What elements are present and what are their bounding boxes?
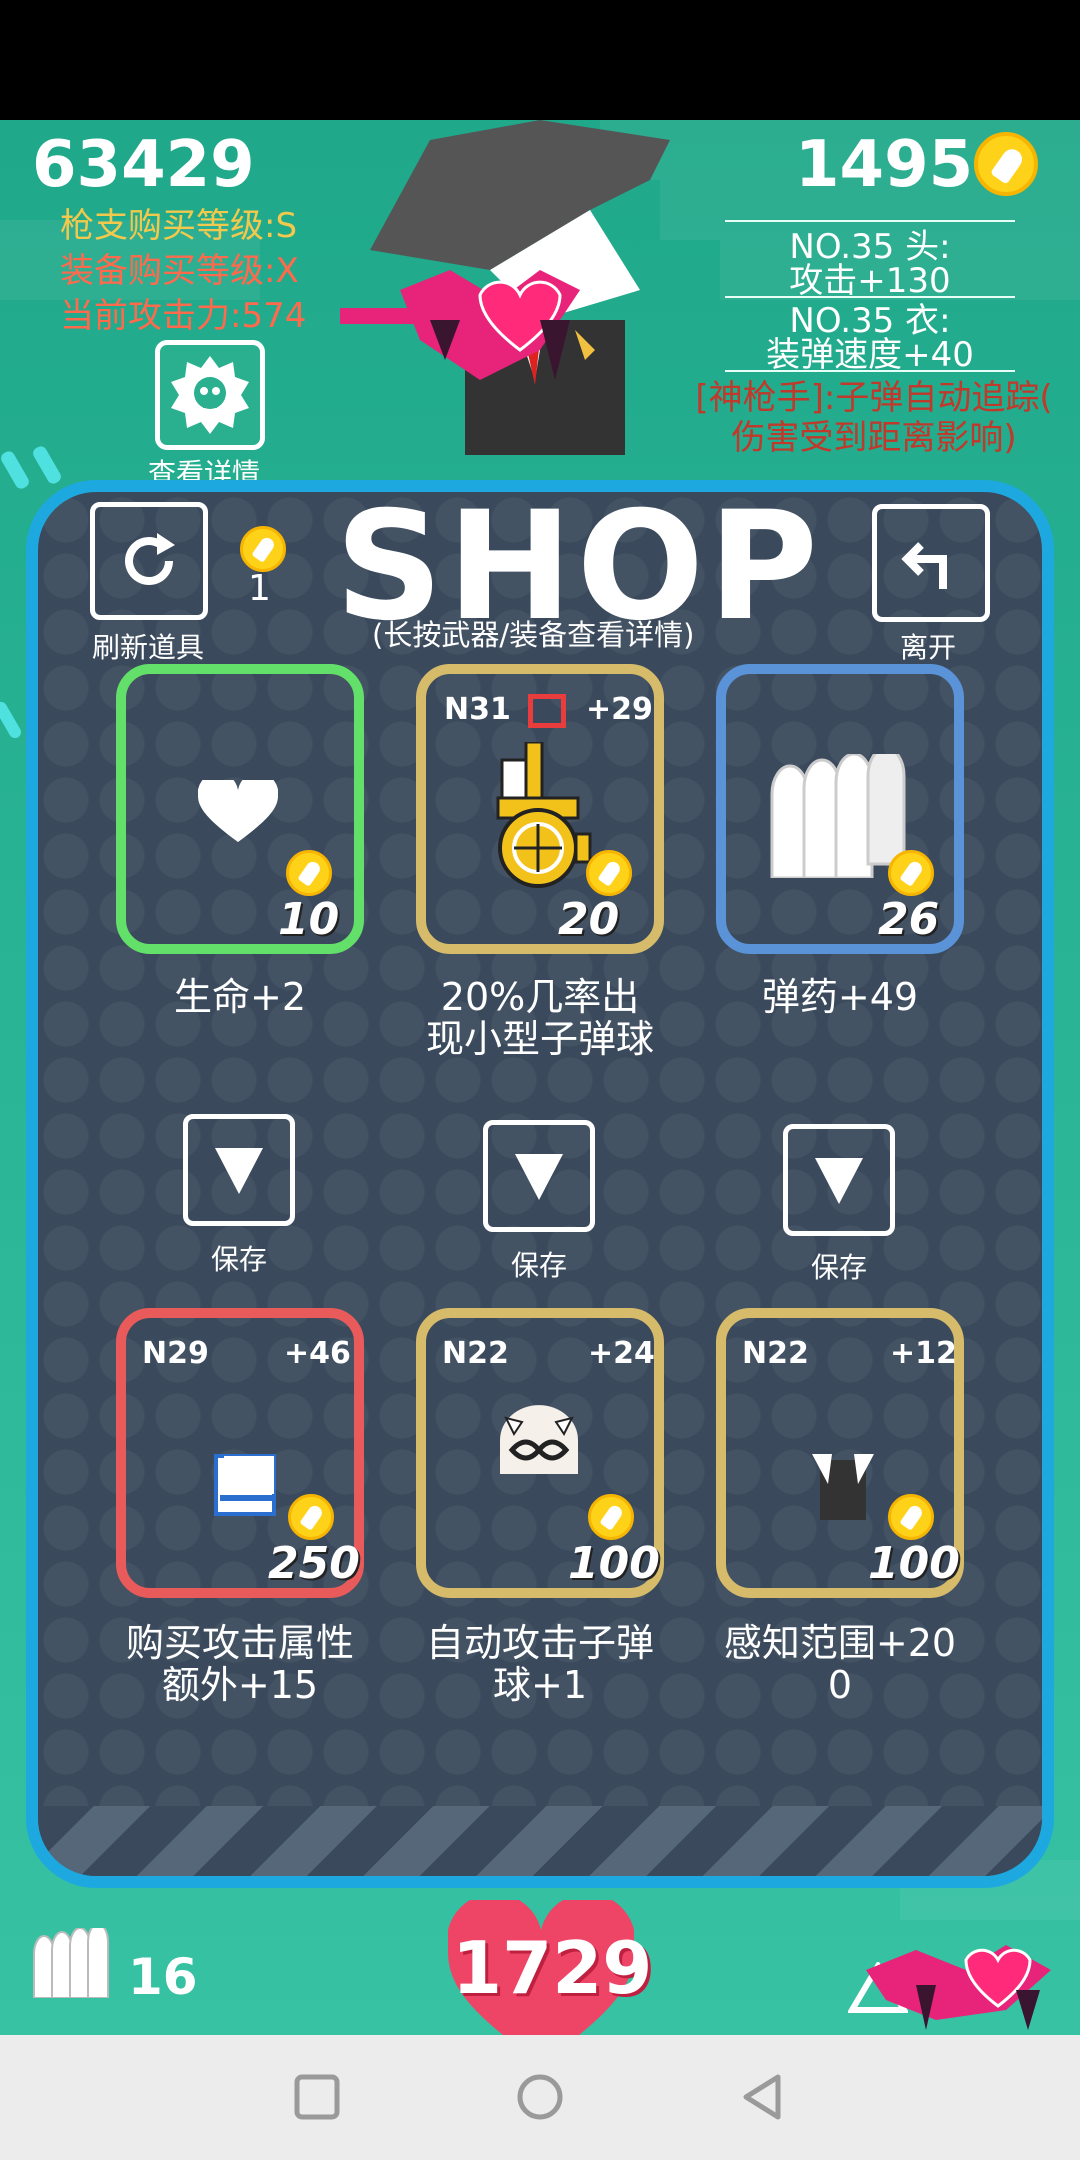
item-description: 购买攻击属性 额外+15 [90, 1622, 390, 1706]
ammo-icon [33, 1928, 109, 1998]
score-value: 63429 [32, 128, 255, 202]
price-coin-icon [586, 850, 632, 896]
item-description: 20%几率出 现小型子弹球 [390, 976, 690, 1060]
refresh-label: 刷新道具 [92, 631, 205, 664]
shop-item-card-attack[interactable]: N29 +46 250 [116, 1308, 364, 1598]
divider [725, 296, 1015, 298]
price-coin-icon [888, 850, 934, 896]
block-gear-icon [214, 1454, 276, 1516]
down-triangle-icon [815, 1158, 863, 1204]
leave-button[interactable] [872, 504, 990, 622]
divider [725, 370, 1015, 372]
item-description-line-1: 感知范围+20 [723, 1621, 957, 1665]
coin-icon [974, 132, 1038, 196]
recent-apps-icon[interactable] [292, 2072, 342, 2122]
down-triangle-icon [215, 1148, 263, 1194]
ammo-count: 16 [128, 1948, 198, 2006]
item-price: 20 [558, 894, 620, 945]
shop-item-card-range[interactable]: N22 +12 100 [716, 1308, 964, 1598]
back-arrow-icon [901, 542, 947, 589]
item-price: 100 [568, 1538, 660, 1589]
item-description: 生命+2 [173, 975, 307, 1019]
player-character-icon [340, 120, 670, 455]
view-details-button[interactable] [155, 340, 265, 450]
red-frame-icon [528, 694, 566, 728]
equip-body-bonus: 装弹速度+40 [766, 335, 974, 375]
item-number: N29 [142, 1336, 209, 1371]
item-description: 感知范围+20 0 [690, 1622, 990, 1706]
item-description-line-2: 现小型子弹球 [425, 1017, 654, 1061]
item-description-line-1: 购买攻击属性 [125, 1621, 354, 1665]
enemy-pink-heart-icon [866, 1945, 1051, 2030]
leave-label: 离开 [900, 631, 957, 664]
gold-gun-icon [496, 742, 592, 888]
down-triangle-icon [515, 1154, 563, 1200]
shop-item-card-gun[interactable]: N31 +29 20 [416, 664, 664, 954]
save-button-2[interactable] [483, 1120, 595, 1232]
skull-badge-icon [171, 356, 249, 434]
save-button-3[interactable] [783, 1124, 895, 1236]
gun-purchase-level: 枪支购买等级:S [60, 206, 298, 246]
price-coin-icon [888, 1494, 934, 1540]
item-bonus: +29 [586, 692, 653, 727]
item-price: 10 [278, 894, 340, 945]
black-coat-icon [812, 1454, 874, 1520]
price-coin-icon [286, 850, 332, 896]
price-coin-icon [588, 1494, 634, 1540]
item-bonus: +24 [588, 1336, 655, 1371]
shop-item-card-auto-attack[interactable]: N22 +24 100 [416, 1308, 664, 1598]
item-description-line-2: 球+1 [492, 1663, 588, 1707]
skill-line-2: 伤害受到距离影响) [731, 418, 1017, 458]
item-description-line-1: 20%几率出 [440, 975, 640, 1019]
item-description-line-2: 额外+15 [161, 1663, 319, 1707]
mask-head-icon [500, 1405, 578, 1474]
item-bonus: +12 [890, 1336, 957, 1371]
item-description-line-1: 自动攻击子弹 [425, 1621, 654, 1665]
hazard-stripe [38, 1806, 1042, 1876]
item-number: N22 [742, 1336, 809, 1371]
item-number: N31 [444, 692, 511, 727]
equip-purchase-level: 装备购买等级:X [60, 251, 299, 291]
attack-power: 当前攻击力:574 [60, 296, 307, 336]
refresh-icon [125, 533, 175, 585]
save-label: 保存 [811, 1251, 868, 1284]
coin-total: 1495 [795, 128, 974, 202]
item-price: 250 [268, 1538, 360, 1589]
skill-line-1: [神枪手]:子弹自动追踪( [695, 378, 1053, 418]
item-price: 100 [868, 1538, 960, 1589]
item-price: 26 [878, 894, 940, 945]
refresh-cost: 1 [248, 568, 271, 609]
save-label: 保存 [511, 1249, 568, 1282]
item-description-line-2: 0 [827, 1663, 853, 1707]
divider [725, 220, 1015, 222]
shop-item-card-ammo[interactable]: 26 [716, 664, 964, 954]
refresh-coin-icon [240, 526, 286, 572]
item-number: N22 [442, 1336, 509, 1371]
status-bar [0, 0, 1080, 120]
shop-subtitle: (长按武器/装备查看详情) [372, 618, 695, 652]
price-coin-icon [288, 1494, 334, 1540]
save-label: 保存 [211, 1243, 268, 1276]
item-description: 弹药+49 [761, 975, 919, 1019]
health-value: 1729 [452, 1926, 653, 2010]
shop-item-card-health[interactable]: 10 [116, 664, 364, 954]
heart-icon [198, 780, 278, 842]
skill-description: [神枪手]:子弹自动追踪( 伤害受到距离影响) [668, 378, 1080, 458]
home-icon[interactable] [515, 2072, 565, 2122]
refresh-items-button[interactable] [90, 502, 208, 620]
back-icon[interactable] [738, 2072, 788, 2122]
equip-head-bonus: 攻击+130 [789, 261, 951, 301]
item-description: 自动攻击子弹 球+1 [390, 1622, 690, 1706]
save-button-1[interactable] [183, 1114, 295, 1226]
item-bonus: +46 [284, 1336, 351, 1371]
